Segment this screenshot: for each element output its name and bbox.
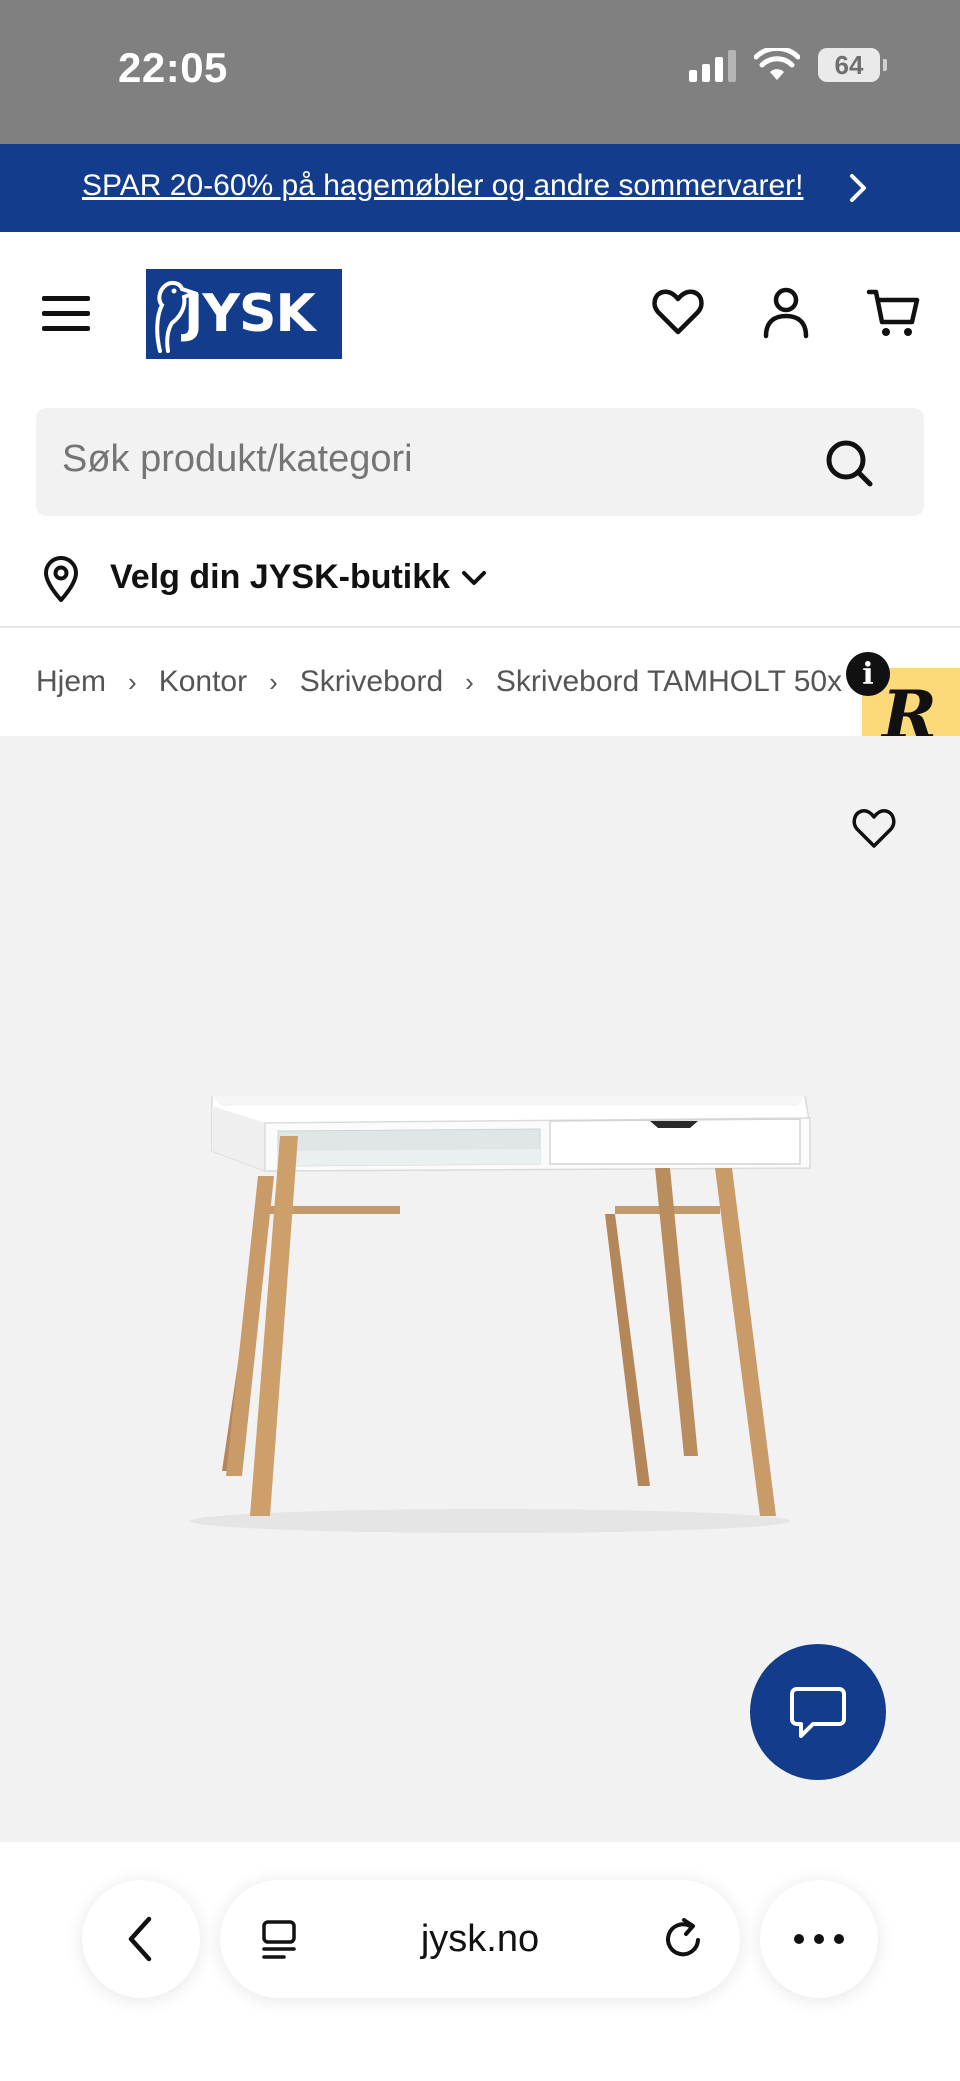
breadcrumb-current: Skrivebord TAMHOLT 50x: [495, 665, 843, 698]
breadcrumb-separator: ›: [269, 666, 278, 697]
back-button[interactable]: [82, 1880, 200, 1998]
breadcrumb-home[interactable]: Hjem: [36, 665, 106, 699]
product-gallery[interactable]: [0, 736, 960, 1842]
header-divider: [0, 626, 960, 628]
battery-icon: 64: [818, 48, 887, 82]
breadcrumb-separator: ›: [128, 666, 137, 697]
breadcrumb-office[interactable]: Kontor: [159, 665, 247, 699]
info-icon[interactable]: i: [846, 652, 890, 696]
location-pin-icon: [44, 556, 78, 602]
reload-icon[interactable]: [660, 1916, 706, 1962]
heart-icon[interactable]: [650, 284, 706, 340]
more-icon: [794, 1934, 844, 1944]
status-icons: 64: [689, 48, 887, 82]
more-button[interactable]: [760, 1880, 878, 1998]
bird-icon: [155, 280, 198, 353]
cellular-signal-icon: [689, 48, 736, 82]
wifi-icon: [754, 48, 800, 80]
battery-level: 64: [834, 49, 864, 80]
chat-button[interactable]: [750, 1644, 886, 1780]
store-selector[interactable]: Velg din JYSK-butikk: [0, 540, 960, 626]
back-icon: [128, 1916, 152, 1962]
status-bar: 22:05 64: [0, 0, 960, 144]
breadcrumb-separator: ›: [465, 666, 474, 697]
browser-toolbar: jysk.no: [0, 1842, 960, 2081]
menu-icon[interactable]: [42, 296, 90, 332]
store-label[interactable]: Velg din JYSK-butikk: [110, 558, 450, 597]
user-icon[interactable]: [758, 284, 814, 340]
search-icon[interactable]: [824, 438, 874, 488]
breadcrumb: Hjem › Kontor › Skrivebord › Skrivebord …: [36, 662, 866, 702]
address-bar[interactable]: jysk.no: [220, 1880, 740, 1998]
logo-text: JYSK: [184, 284, 316, 344]
product-image-desk: [190, 1096, 811, 1533]
chevron-right-icon[interactable]: [840, 170, 876, 206]
search-bar[interactable]: [36, 408, 924, 516]
promo-link[interactable]: SPAR 20-60% på hagemøbler og andre somme…: [82, 169, 803, 203]
status-time: 22:05: [118, 44, 228, 91]
search-input[interactable]: [62, 438, 762, 481]
jysk-logo[interactable]: JYSK: [146, 269, 342, 359]
chat-bubble-icon: [790, 1687, 846, 1738]
chevron-down-icon[interactable]: [458, 562, 490, 594]
site-header: JYSK: [0, 232, 960, 392]
breadcrumb-desks[interactable]: Skrivebord: [300, 665, 443, 699]
promo-banner[interactable]: SPAR 20-60% på hagemøbler og andre somme…: [0, 144, 960, 232]
add-to-wishlist-icon[interactable]: [850, 806, 898, 850]
cart-icon[interactable]: [866, 284, 922, 340]
